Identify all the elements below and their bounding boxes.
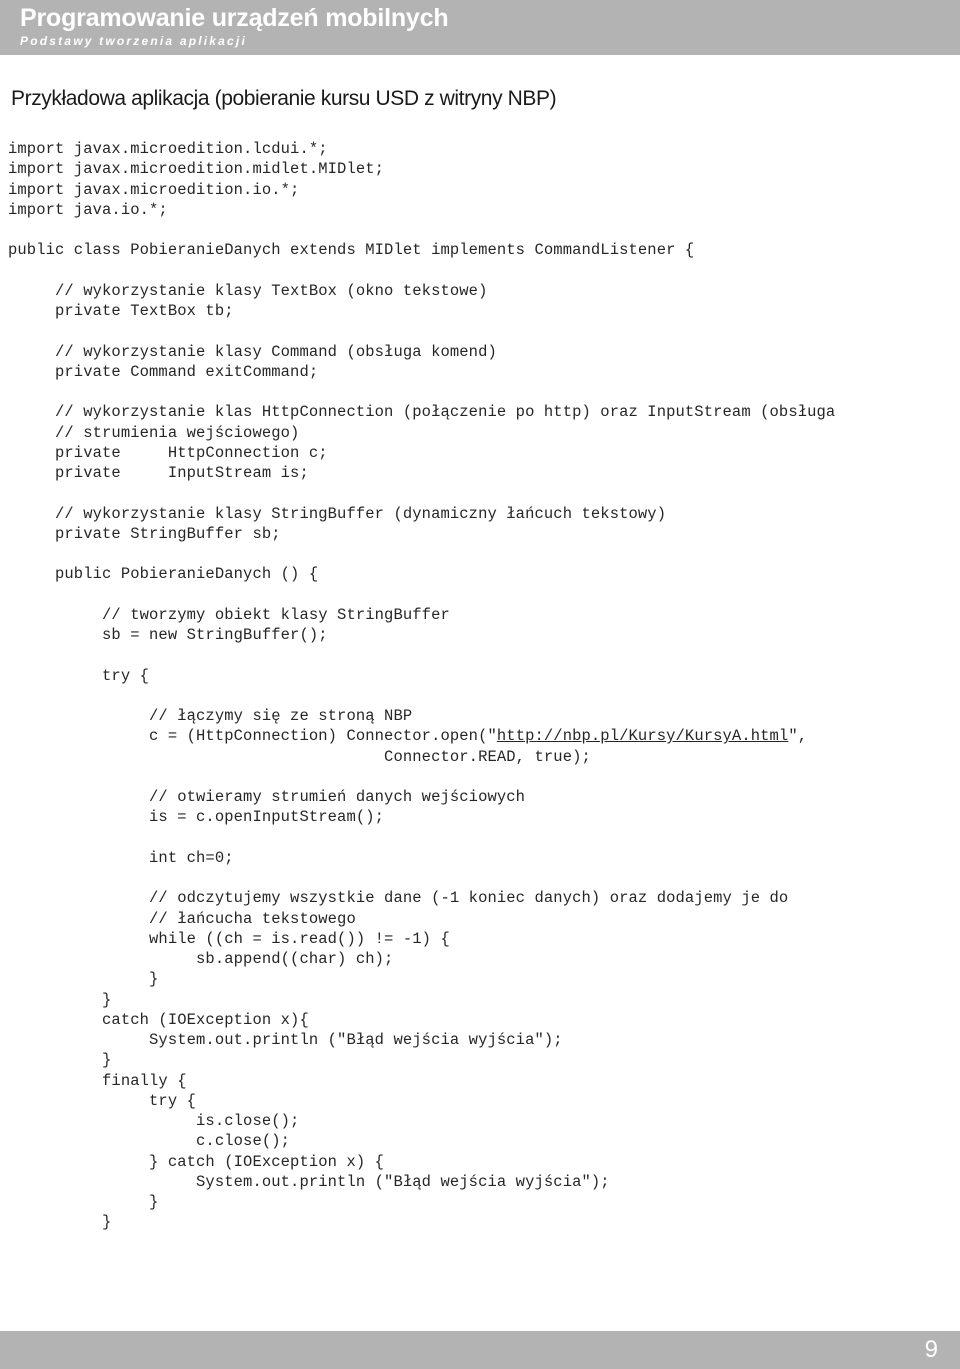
- code-line: // wykorzystanie klasy StringBuffer (dyn…: [8, 504, 667, 523]
- code-line: System.out.println ("Błąd wejścia wyjści…: [8, 1172, 610, 1191]
- code-line: } catch (IOException x) {: [8, 1152, 385, 1171]
- code-url-link[interactable]: http://nbp.pl/Kursy/KursyA.html: [497, 727, 788, 745]
- code-line: c.close();: [8, 1132, 291, 1151]
- code-line: // wykorzystanie klasy TextBox (okno tek…: [8, 281, 488, 300]
- code-line: sb.append((char) ch);: [8, 950, 394, 968]
- code-line: public PobieranieDanych () {: [8, 565, 319, 584]
- code-line: catch (IOException x){: [8, 1010, 309, 1029]
- code-line: }: [8, 970, 159, 989]
- code-line: is.close();: [8, 1112, 300, 1130]
- code-line: import javax.microedition.lcdui.*;: [8, 140, 328, 158]
- code-line: sb = new StringBuffer();: [8, 626, 328, 644]
- document-title: Programowanie urządzeń mobilnych: [20, 4, 449, 32]
- code-line: private StringBuffer sb;: [8, 524, 281, 543]
- code-line: Connector.READ, true);: [8, 747, 591, 766]
- code-line: c = (HttpConnection) Connector.open("htt…: [8, 727, 808, 746]
- code-line: // łączymy się ze stroną NBP: [8, 707, 413, 725]
- code-line: }: [8, 990, 112, 1009]
- code-listing: import javax.microedition.lcdui.*; import…: [8, 139, 952, 1233]
- document-subtitle: Podstawy tworzenia aplikacji: [20, 34, 247, 48]
- code-line: // wykorzystanie klas HttpConnection (po…: [8, 403, 836, 422]
- code-line: }: [8, 1213, 112, 1232]
- section-heading: Przykładowa aplikacja (pobieranie kursu …: [11, 87, 557, 110]
- document-footer-bar: 9: [0, 1331, 960, 1369]
- document-header-banner: Programowanie urządzeń mobilnych Podstaw…: [0, 0, 960, 55]
- code-line: // łańcucha tekstowego: [8, 909, 356, 928]
- code-line: // wykorzystanie klasy Command (obsługa …: [8, 342, 497, 361]
- code-line: private TextBox tb;: [8, 302, 234, 320]
- code-line: finally {: [8, 1071, 187, 1090]
- code-line: import javax.microedition.midlet.MIDlet;: [8, 160, 385, 179]
- code-line: while ((ch = is.read()) != -1) {: [8, 929, 450, 948]
- code-line: try {: [8, 666, 150, 685]
- code-line: }: [8, 1051, 112, 1070]
- code-line: // odczytujemy wszystkie dane (-1 koniec…: [8, 889, 789, 908]
- code-line: System.out.println ("Błąd wejścia wyjści…: [8, 1031, 563, 1049]
- code-line: // strumienia wejściowego): [8, 423, 300, 442]
- code-line: private InputStream is;: [8, 464, 309, 482]
- code-line: int ch=0;: [8, 848, 234, 867]
- code-line: }: [8, 1193, 159, 1211]
- code-line: is = c.openInputStream();: [8, 808, 385, 827]
- page-number: 9: [924, 1336, 938, 1363]
- code-line: // otwieramy strumień danych wejściowych: [8, 788, 526, 806]
- code-line: try {: [8, 1091, 197, 1110]
- code-line: import java.io.*;: [8, 200, 168, 219]
- code-line: public class PobieranieDanych extends MI…: [8, 241, 695, 260]
- code-line: private HttpConnection c;: [8, 443, 328, 462]
- code-line: // tworzymy obiekt klasy StringBuffer: [8, 605, 450, 624]
- code-line: import javax.microedition.io.*;: [8, 180, 300, 199]
- code-line: private Command exitCommand;: [8, 362, 319, 381]
